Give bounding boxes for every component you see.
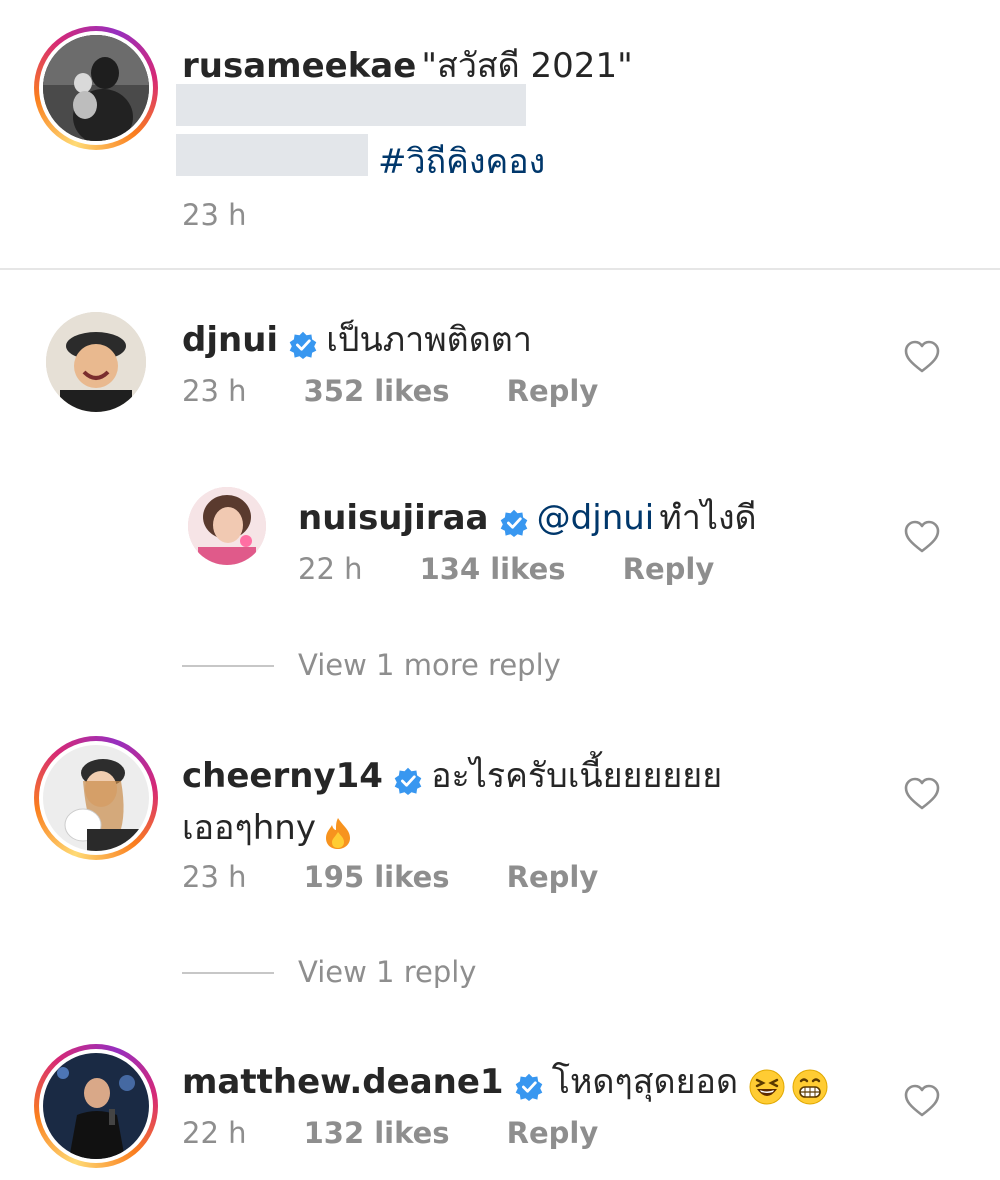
post-caption-text: "สวัสดี 2021" (421, 46, 633, 86)
comment-timestamp: 22 h (182, 1116, 247, 1150)
comment-text: ทำไงดี (659, 498, 757, 538)
view-replies-line (182, 972, 274, 974)
comment-username[interactable]: nuisujiraa (298, 498, 488, 538)
verified-icon (394, 767, 422, 799)
heart-icon[interactable] (904, 520, 940, 558)
comment-text: เป็นภาพติดตา (326, 320, 532, 360)
comment-timestamp: 23 h (182, 374, 247, 408)
verified-icon (289, 331, 317, 363)
redacted-caption-block (176, 84, 526, 126)
comment-likes[interactable]: 195 likes (304, 860, 450, 894)
comment-username[interactable]: cheerny14 (182, 756, 383, 796)
comment-likes[interactable]: 134 likes (420, 552, 566, 586)
comment-line: cheerny14 อะไรครับเนี้ยยยยยย (182, 748, 722, 802)
comment-timestamp: 23 h (182, 860, 247, 894)
post-author-avatar[interactable] (34, 26, 158, 150)
comment-text-continued: เออๆhny (182, 808, 316, 848)
reply-button[interactable]: Reply (507, 860, 599, 894)
view-replies-button[interactable]: View 1 reply (298, 955, 476, 989)
comment-meta: 22 h 134 likes Reply (298, 552, 714, 586)
reply-button[interactable]: Reply (507, 374, 599, 408)
reply-button[interactable]: Reply (623, 552, 715, 586)
post-author-username[interactable]: rusameekae (182, 46, 416, 86)
comment-username[interactable]: matthew.deane1 (182, 1062, 504, 1102)
comment-likes[interactable]: 352 likes (304, 374, 450, 408)
post-hashtag[interactable]: #วิถีคิงคอง (378, 142, 545, 182)
comment-line-2: เออๆhny (182, 800, 353, 854)
comment-username[interactable]: djnui (182, 320, 278, 360)
comment-likes[interactable]: 132 likes (304, 1116, 450, 1150)
comment-text: โหดๆสุดยอด (551, 1062, 739, 1102)
commenter-avatar[interactable] (46, 312, 146, 412)
comment-line: nuisujiraa @djnui ทำไงดี (298, 490, 757, 544)
commenter-avatar[interactable] (34, 736, 158, 860)
fire-emoji (323, 816, 353, 854)
comment-meta: 22 h 132 likes Reply (182, 1116, 598, 1150)
redacted-caption-block (176, 134, 368, 176)
heart-icon[interactable] (904, 1084, 940, 1122)
commenter-avatar[interactable] (34, 1044, 158, 1168)
heart-icon[interactable] (904, 340, 940, 378)
view-replies-line (182, 665, 274, 667)
heart-icon[interactable] (904, 777, 940, 815)
commenter-avatar[interactable] (188, 487, 266, 565)
comment-line: djnui เป็นภาพติดตา (182, 312, 532, 366)
comment-mention[interactable]: @djnui (537, 498, 655, 538)
grinning-emoji (792, 1069, 828, 1109)
verified-icon (500, 509, 528, 541)
comment-meta: 23 h 352 likes Reply (182, 374, 598, 408)
post-timestamp: 23 h (182, 198, 247, 232)
caption-divider (0, 268, 1000, 270)
verified-icon (515, 1073, 543, 1105)
laughing-emoji (749, 1069, 785, 1109)
view-more-replies-button[interactable]: View 1 more reply (298, 648, 561, 682)
comment-line: matthew.deane1 โหดๆสุดยอด (182, 1054, 828, 1109)
reply-button[interactable]: Reply (507, 1116, 599, 1150)
comment-timestamp: 22 h (298, 552, 363, 586)
comment-text: อะไรครับเนี้ยยยยยย (431, 756, 723, 796)
comment-meta: 23 h 195 likes Reply (182, 860, 598, 894)
